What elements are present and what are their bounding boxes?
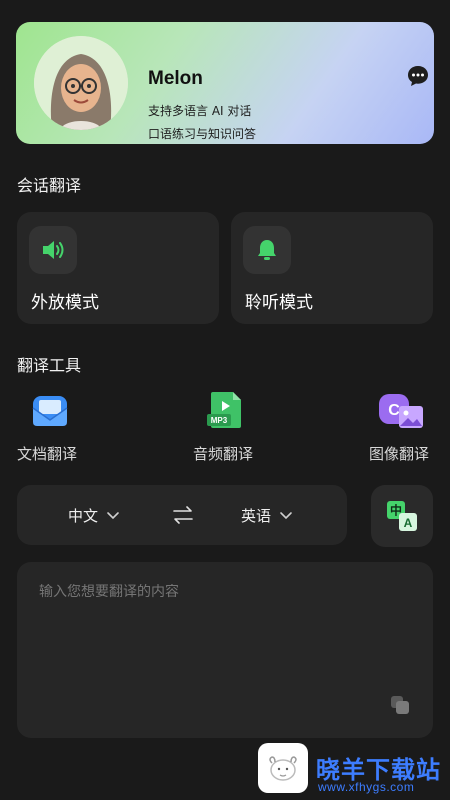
assistant-subtagline: 口语练习与知识问答	[148, 127, 257, 141]
section-title-conversation: 会话翻译	[17, 176, 82, 195]
paste-icon[interactable]	[389, 694, 411, 716]
chat-bubble-icon[interactable]	[406, 64, 430, 88]
image-translate-label: 图像翻译	[369, 445, 430, 463]
bell-icon	[243, 226, 291, 274]
swap-languages-icon[interactable]	[171, 505, 195, 525]
image-translate-icon: C	[377, 392, 425, 430]
target-language-label: 英语	[241, 507, 272, 525]
watermark-url: www.xfhygs.com	[318, 780, 415, 794]
language-selector-bar: 中文 英语	[17, 485, 347, 545]
assistant-tagline: 支持多语言 AI 对话	[148, 104, 252, 118]
translate-button[interactable]: 中 A	[371, 485, 433, 547]
svg-text:C: C	[388, 402, 400, 419]
translation-input[interactable]	[39, 584, 399, 600]
watermark-logo	[258, 743, 308, 793]
translate-icon: 中 A	[387, 501, 417, 531]
assistant-banner[interactable]: Melon 支持多语言 AI 对话 口语练习与知识问答	[16, 22, 434, 144]
speaker-mode-card[interactable]: 外放模式	[17, 212, 219, 324]
avatar	[34, 36, 128, 130]
app-screen: Melon 支持多语言 AI 对话 口语练习与知识问答 会话翻译 外放模式 聆听…	[0, 0, 450, 800]
section-title-tools: 翻译工具	[17, 356, 82, 375]
mp3-file-icon: MP3	[207, 390, 245, 430]
document-translate-label: 文档翻译	[17, 445, 78, 463]
translation-input-area[interactable]	[17, 562, 433, 738]
listen-mode-label: 聆听模式	[245, 293, 313, 313]
translate-glyph-target: A	[404, 516, 413, 530]
speaker-mode-label: 外放模式	[31, 293, 99, 313]
chevron-down-icon	[107, 511, 119, 519]
audio-translate-label: 音频翻译	[193, 445, 254, 463]
envelope-doc-icon	[31, 392, 69, 430]
assistant-name: Melon	[148, 68, 203, 89]
mp3-badge: MP3	[211, 416, 228, 425]
target-language-select[interactable]: 英语	[241, 505, 293, 526]
chevron-down-icon	[280, 511, 292, 519]
speaker-icon	[29, 226, 77, 274]
listen-mode-card[interactable]: 聆听模式	[231, 212, 433, 324]
source-language-select[interactable]: 中文	[68, 505, 120, 526]
source-language-label: 中文	[68, 507, 99, 525]
